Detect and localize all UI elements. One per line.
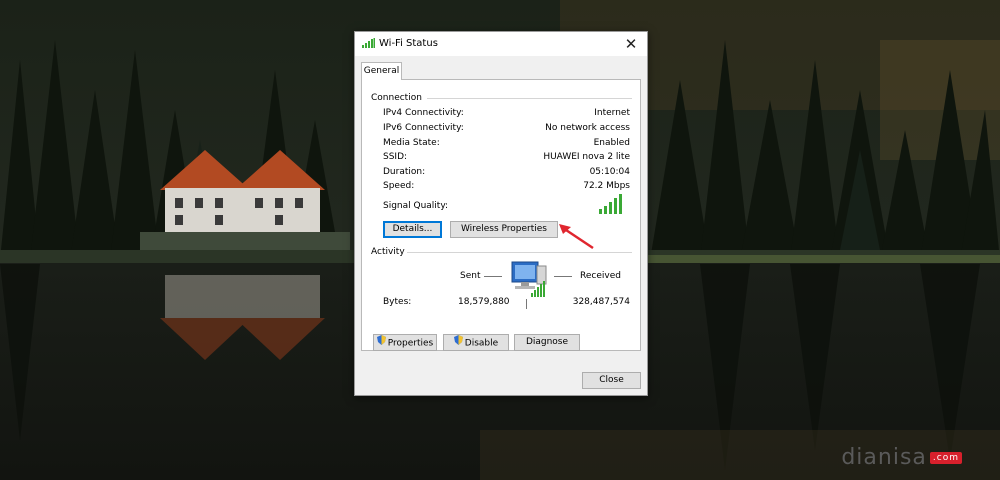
general-tab-panel: Connection IPv4 Connectivity: Internet I…: [361, 79, 641, 351]
activity-divider: [407, 252, 632, 253]
ipv6-value: No network access: [545, 123, 630, 133]
window-title: Wi-Fi Status: [379, 38, 438, 49]
site-watermark: dianisa .com: [841, 445, 962, 470]
speed-value: 72.2 Mbps: [583, 181, 630, 191]
sent-line: [484, 276, 502, 277]
wifi-status-dialog: Wi-Fi Status ✕ General Connection IPv4 C…: [354, 31, 648, 396]
ssid-value: HUAWEI nova 2 lite: [543, 152, 630, 162]
signal-quality-label: Signal Quality:: [383, 201, 449, 211]
properties-button[interactable]: Properties: [373, 334, 437, 351]
watermark-brand: dianisa: [841, 445, 927, 470]
bytes-label: Bytes:: [383, 297, 412, 307]
window-close-icon[interactable]: ✕: [621, 34, 641, 54]
diagnose-button[interactable]: Diagnose: [514, 334, 580, 351]
disable-button-label: Disable: [464, 338, 499, 349]
wireless-properties-button[interactable]: Wireless Properties: [450, 221, 558, 238]
duration-label: Duration:: [383, 167, 426, 177]
duration-value: 05:10:04: [589, 167, 630, 177]
watermark-suffix: .com: [929, 452, 962, 464]
annotation-arrow-icon: [559, 224, 594, 250]
media-state-value: Enabled: [593, 138, 630, 148]
activity-group-label: Activity: [371, 247, 405, 257]
title-bar[interactable]: Wi-Fi Status ✕: [355, 32, 647, 56]
speed-label: Speed:: [383, 181, 415, 191]
connection-group-label: Connection: [371, 93, 422, 103]
details-button[interactable]: Details...: [383, 221, 442, 238]
network-computer-icon: [509, 260, 551, 301]
ssid-label: SSID:: [383, 152, 408, 162]
properties-button-label: Properties: [387, 338, 434, 349]
media-state-label: Media State:: [383, 138, 440, 148]
ipv6-label: IPv6 Connectivity:: [383, 123, 464, 133]
close-button[interactable]: Close: [582, 372, 641, 389]
wifi-signal-icon: [362, 38, 375, 51]
sent-label: Sent: [460, 271, 481, 281]
received-line: [554, 276, 572, 277]
tab-general[interactable]: General: [361, 62, 402, 80]
activity-separator: [526, 299, 527, 309]
uac-shield-icon: [453, 335, 463, 351]
bytes-sent-value: 18,579,880: [458, 297, 510, 307]
ipv4-label: IPv4 Connectivity:: [383, 108, 464, 118]
uac-shield-icon: [376, 335, 386, 351]
signal-quality-bars-icon: [599, 194, 623, 217]
received-label: Received: [580, 271, 621, 281]
disable-button[interactable]: Disable: [443, 334, 509, 351]
connection-divider: [427, 98, 632, 99]
bytes-received-value: 328,487,574: [572, 297, 630, 307]
ipv4-value: Internet: [594, 108, 630, 118]
